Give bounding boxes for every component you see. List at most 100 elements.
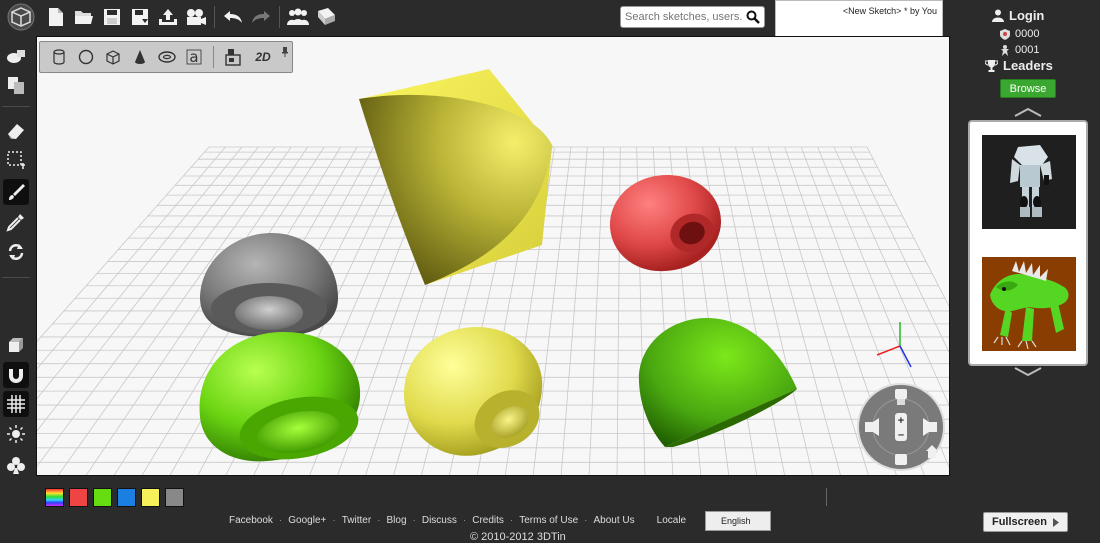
footer-separator: · xyxy=(584,515,588,526)
cube-icon[interactable] xyxy=(102,46,124,68)
footer-link[interactable]: Blog xyxy=(387,515,407,526)
browse-button[interactable]: Browse xyxy=(1000,79,1056,98)
browse-label: Browse xyxy=(1009,82,1047,95)
search-input[interactable] xyxy=(621,8,743,26)
book-icon[interactable] xyxy=(312,3,340,31)
locale-value: English xyxy=(721,516,751,526)
gray-ring-shape[interactable] xyxy=(200,232,339,337)
eraser-icon[interactable] xyxy=(3,118,29,144)
sketch-title[interactable]: <New Sketch> xyxy=(843,6,902,16)
color-swatch[interactable] xyxy=(93,488,112,507)
person-icon xyxy=(1001,44,1009,56)
search-box xyxy=(620,6,765,28)
new-file-icon[interactable] xyxy=(42,3,70,31)
paint-brush-icon[interactable] xyxy=(3,179,29,205)
footer-link[interactable]: About Us xyxy=(594,515,635,526)
cylinder-icon[interactable] xyxy=(48,46,70,68)
divider xyxy=(826,488,827,506)
red-ring-shape[interactable] xyxy=(610,175,722,272)
camera-icon[interactable] xyxy=(182,3,210,31)
login-link[interactable]: Login xyxy=(992,8,1044,23)
camera-navigation-control[interactable]: + – xyxy=(857,383,945,471)
sketch-gallery xyxy=(968,120,1088,366)
gallery-down-chevron-icon[interactable] xyxy=(1013,366,1043,378)
points-value: 0000 xyxy=(1015,28,1040,40)
copyright: © 2010-2012 3DTin xyxy=(470,531,566,543)
yellow-dome-shape[interactable] xyxy=(359,69,554,285)
left-toolbar xyxy=(0,34,32,484)
footer-link[interactable]: Facebook xyxy=(229,515,273,526)
color-swatch[interactable] xyxy=(165,488,184,507)
fullscreen-button[interactable]: Fullscreen xyxy=(983,512,1068,532)
toolbar-separator xyxy=(213,46,214,68)
zoom-in-icon[interactable]: + xyxy=(898,415,904,427)
camera-down-icon[interactable] xyxy=(895,454,907,465)
magnet-icon[interactable] xyxy=(3,362,29,388)
footer-link[interactable]: Twitter xyxy=(342,515,371,526)
footer-link[interactable]: Discuss xyxy=(422,515,457,526)
trophy-icon xyxy=(985,60,998,72)
upload-icon[interactable] xyxy=(154,3,182,31)
extrude-icon[interactable] xyxy=(222,46,244,68)
logo xyxy=(0,0,42,34)
select-region-icon[interactable] xyxy=(3,147,29,173)
cube-view-icon[interactable] xyxy=(3,332,29,358)
rotate-icon[interactable] xyxy=(3,239,29,265)
mode-2d-label: 2D xyxy=(255,50,271,64)
color-swatch[interactable] xyxy=(141,488,160,507)
add-shape-icon[interactable] xyxy=(3,44,29,70)
community-icon[interactable] xyxy=(284,3,312,31)
yellow-ring-shape[interactable] xyxy=(404,327,550,459)
axis-gizmo xyxy=(876,322,912,368)
light-icon[interactable] xyxy=(3,421,29,447)
user-icon xyxy=(992,9,1004,22)
paste-icon[interactable] xyxy=(3,72,29,98)
footer-link[interactable]: Terms of Use xyxy=(519,515,578,526)
text-icon[interactable]: a xyxy=(183,46,205,68)
cone-icon[interactable] xyxy=(129,46,151,68)
gallery-thumbnail-robot[interactable] xyxy=(982,135,1076,229)
pin-icon[interactable] xyxy=(281,44,289,57)
footer-separator: · xyxy=(332,515,336,526)
sketch-byline: by You xyxy=(909,6,937,16)
login-label: Login xyxy=(1009,8,1045,23)
shield-icon xyxy=(1000,28,1010,40)
scene-canvas[interactable]: + – xyxy=(37,37,950,476)
torus-icon[interactable] xyxy=(156,46,178,68)
shape-toolbar: a 2D xyxy=(39,41,293,73)
gallery-thumbnail-creature[interactable] xyxy=(982,257,1076,351)
grid-icon[interactable] xyxy=(3,391,29,417)
mode-2d-button[interactable]: 2D xyxy=(249,46,277,68)
undo-icon[interactable] xyxy=(219,3,247,31)
color-picker-icon[interactable] xyxy=(45,488,64,507)
locale-label: Locale xyxy=(656,515,687,526)
followers-stat: 0001 xyxy=(1000,44,1039,56)
color-palette xyxy=(45,488,184,507)
toolbar-separator xyxy=(214,6,215,28)
footer-separator: · xyxy=(278,515,283,526)
fullscreen-label: Fullscreen xyxy=(991,516,1048,528)
footer-separator: · xyxy=(377,515,381,526)
open-folder-icon[interactable] xyxy=(70,3,98,31)
zoom-out-icon[interactable]: – xyxy=(898,429,904,441)
svg-text:a: a xyxy=(189,49,198,65)
color-swatch[interactable] xyxy=(117,488,136,507)
camera-up-icon[interactable] xyxy=(895,389,907,399)
redo-icon[interactable] xyxy=(247,3,275,31)
club-icon[interactable] xyxy=(3,452,29,478)
color-swatch[interactable] xyxy=(69,488,88,507)
save-icon[interactable] xyxy=(98,3,126,31)
footer-link[interactable]: Credits xyxy=(472,515,504,526)
gallery-up-chevron-icon[interactable] xyxy=(1013,106,1043,118)
leaders-link[interactable]: Leaders xyxy=(985,58,1053,73)
play-arrow-icon xyxy=(1053,517,1060,527)
3d-viewport[interactable]: + – a 2D xyxy=(36,36,950,476)
modified-marker: * xyxy=(903,6,908,16)
search-icon[interactable] xyxy=(743,7,763,27)
locale-select[interactable]: English xyxy=(705,511,771,531)
sphere-icon[interactable] xyxy=(75,46,97,68)
eyedropper-icon[interactable] xyxy=(3,209,29,235)
toolbar-separator xyxy=(279,6,280,28)
save-as-icon[interactable] xyxy=(126,3,154,31)
footer-link[interactable]: Google+ xyxy=(288,515,326,526)
